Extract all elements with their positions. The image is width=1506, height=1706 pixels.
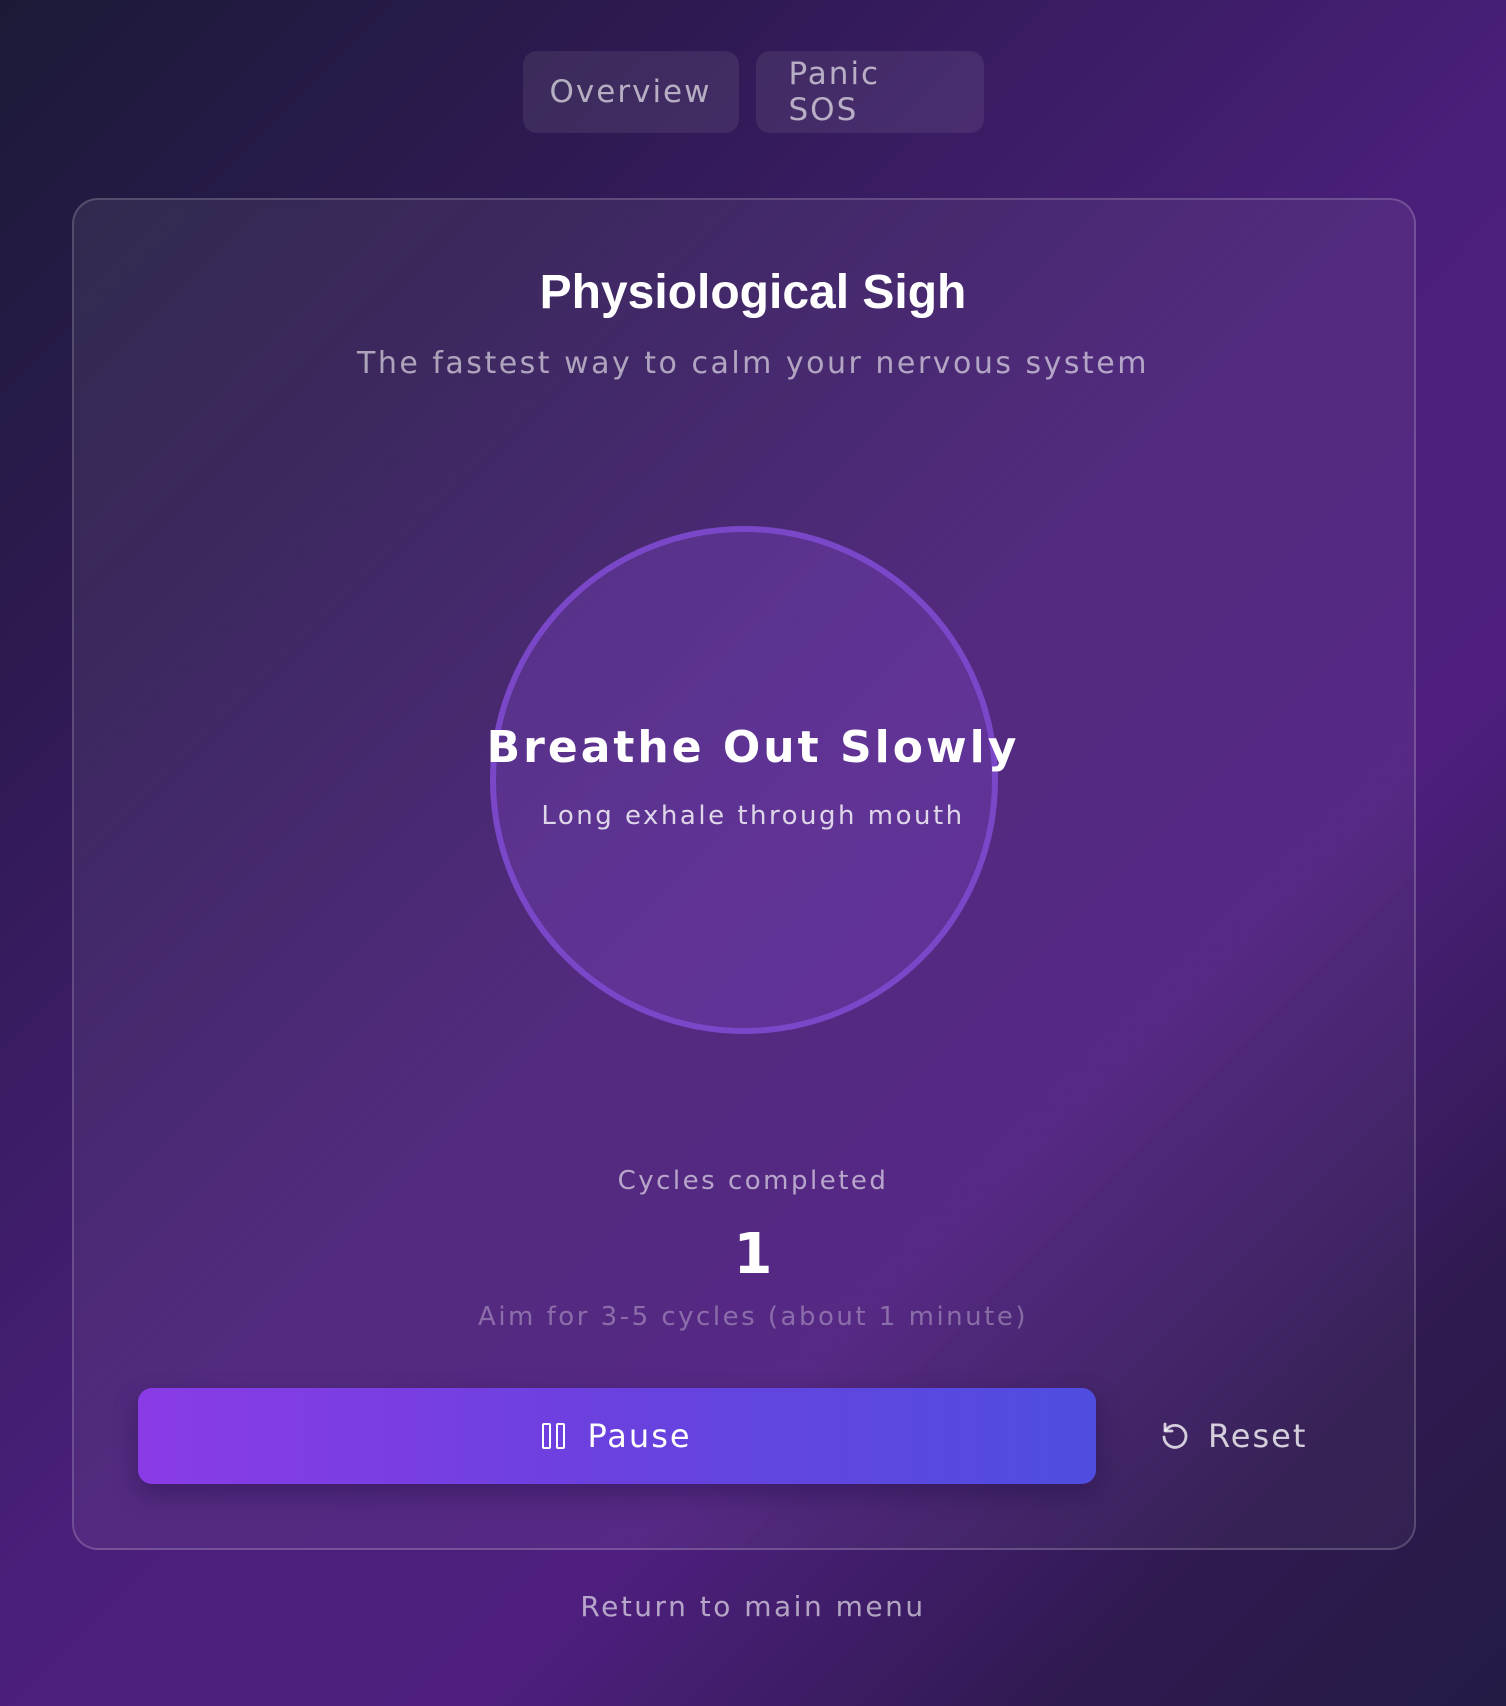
breath-phase: Breathe Out Slowly (486, 722, 1020, 773)
tab-panic-sos[interactable]: Panic SOS (755, 51, 984, 133)
tab-overview[interactable]: Overview (522, 51, 739, 133)
page-title: Physiological Sigh (539, 266, 967, 319)
reset-button-label: Reset (1208, 1417, 1308, 1455)
return-to-main-menu-link[interactable]: Return to main menu (0, 1590, 1506, 1623)
pause-button-label: Pause (587, 1417, 692, 1455)
breath-circle (490, 526, 998, 1034)
cycles-label: Cycles completed (617, 1166, 889, 1196)
page-subtitle: The fastest way to calm your nervous sys… (357, 346, 1149, 381)
pause-icon (542, 1423, 566, 1449)
reset-icon (1160, 1421, 1190, 1451)
cycles-count: 1 (733, 1222, 773, 1287)
breath-instruction: Long exhale through mouth (541, 801, 965, 831)
cycles-goal: Aim for 3-5 cycles (about 1 minute) (478, 1302, 1028, 1332)
top-tabs: Overview Panic SOS (0, 51, 1506, 133)
reset-button[interactable]: Reset (1160, 1388, 1320, 1484)
pause-button[interactable]: Pause (138, 1388, 1096, 1484)
